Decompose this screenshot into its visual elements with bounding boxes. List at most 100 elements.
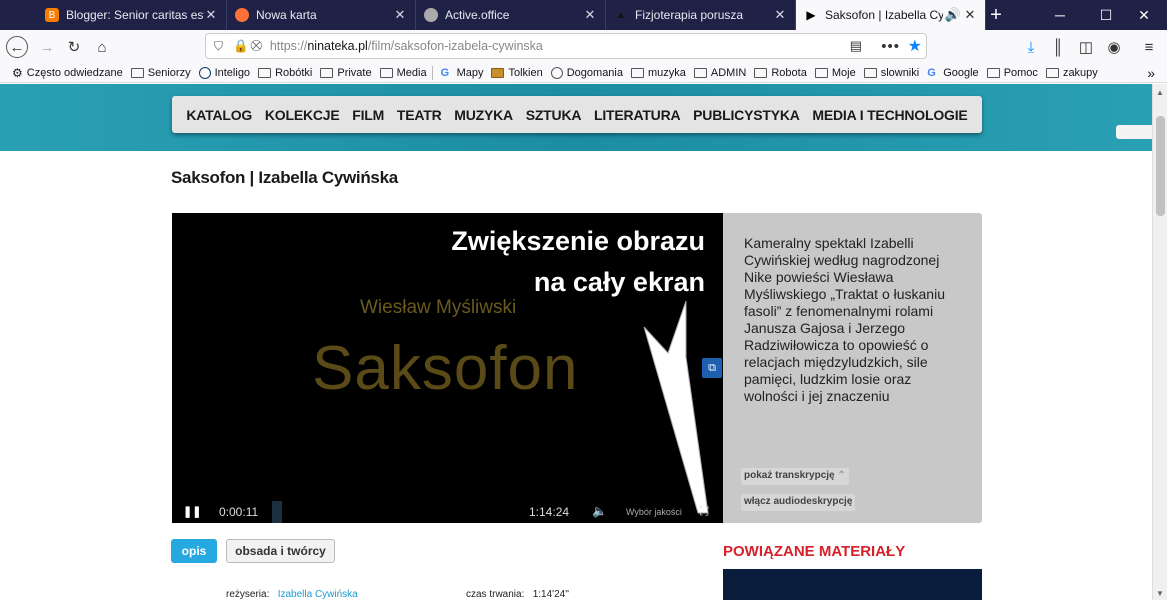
pip-icon[interactable]: ⧉ bbox=[702, 358, 722, 378]
bookmark-folder[interactable]: zakupy bbox=[1045, 66, 1098, 79]
bookmark-folder[interactable]: Pomoc bbox=[986, 67, 1038, 79]
menu-item-publicystyka[interactable]: PUBLICYSTYKA bbox=[693, 107, 800, 123]
new-tab-button[interactable]: + bbox=[976, 0, 1016, 30]
url-prefix: https:// bbox=[269, 39, 308, 53]
tab-label: Blogger: Senior caritas est - Ed bbox=[66, 8, 204, 22]
bookmark-tolkien[interactable]: Tolkien bbox=[491, 67, 543, 79]
bookmark-folder[interactable]: Media bbox=[379, 66, 427, 79]
menu-item-film[interactable]: FILM bbox=[352, 107, 384, 123]
scrollbar[interactable]: ▲ ▼ bbox=[1152, 84, 1167, 600]
bookmark-folder[interactable]: Moje bbox=[814, 67, 856, 79]
director-link[interactable]: Izabella Cywińska bbox=[278, 589, 358, 600]
scroll-up-icon[interactable]: ▲ bbox=[1156, 88, 1164, 97]
audiodescription-button[interactable]: włącz audiodeskrypcję bbox=[741, 494, 856, 511]
bookmark-label: Seniorzy bbox=[147, 66, 191, 79]
tab-active-office[interactable]: Active.office ✕ bbox=[416, 0, 606, 30]
description-text: Kameralny spektakl Izabelli Cywińskiej w… bbox=[744, 235, 945, 404]
minimize-button[interactable]: ─ bbox=[1037, 0, 1083, 30]
close-icon[interactable]: ✕ bbox=[204, 7, 218, 23]
progress-bar[interactable] bbox=[272, 501, 282, 523]
bookmark-folder[interactable]: Seniorzy bbox=[130, 66, 191, 79]
tab-nowa-karta[interactable]: Nowa karta ✕ bbox=[227, 0, 416, 30]
tab-opis[interactable]: opis bbox=[171, 539, 217, 563]
tab-obsada[interactable]: obsada i twórcy bbox=[226, 539, 335, 563]
menu-item-media[interactable]: MEDIA I TECHNOLOGIE bbox=[812, 107, 967, 123]
scroll-down-icon[interactable]: ▼ bbox=[1156, 589, 1164, 598]
folder-icon bbox=[863, 67, 877, 78]
transcript-button[interactable]: pokaż transkrypcję ⌃ bbox=[741, 468, 849, 485]
menu-item-literatura[interactable]: LITERATURA bbox=[594, 107, 681, 123]
folder-icon bbox=[986, 67, 1000, 78]
fullscreen-icon[interactable]: ⛶ bbox=[700, 504, 708, 519]
speaker-icon[interactable]: 🔊 bbox=[943, 7, 963, 23]
bookmark-star-icon[interactable]: ★ bbox=[908, 36, 922, 56]
duration: 1:14:24 bbox=[529, 505, 570, 519]
tab-saksofon[interactable]: ▶ Saksofon | Izabella Cywińsk 🔊 ✕ bbox=[796, 0, 986, 30]
bookmark-label: Media bbox=[396, 66, 427, 79]
close-icon[interactable]: ✕ bbox=[773, 7, 787, 23]
more-icon[interactable]: ••• bbox=[881, 38, 900, 55]
forward-button[interactable]: → bbox=[36, 36, 58, 58]
transcript-label: pokaż transkrypcję bbox=[744, 470, 835, 481]
close-window-button[interactable]: ✕ bbox=[1121, 0, 1167, 30]
bookmark-label: ADMIN bbox=[710, 66, 747, 79]
annotation-line: Zwiększenie obrazu bbox=[451, 226, 705, 256]
back-button[interactable]: ← bbox=[6, 36, 28, 58]
bookmark-czesto-odwiedzane[interactable]: ⚙ Często odwiedzane bbox=[12, 66, 123, 80]
video-player[interactable]: Wiesław Myśliwski Saksofon Zwiększenie o… bbox=[172, 213, 723, 523]
close-icon[interactable]: ✕ bbox=[963, 7, 977, 23]
tab-label: Nowa karta bbox=[256, 8, 317, 22]
menu-item-sztuka[interactable]: SZTUKA bbox=[526, 107, 582, 123]
bookmark-folder[interactable]: Robótki bbox=[258, 67, 312, 79]
url-bar[interactable]: ⛉ 🔒 ⛒ https://ninateka.pl/film/saksofon-… bbox=[205, 33, 927, 59]
scrollbar-thumb[interactable] bbox=[1156, 116, 1165, 216]
bookmark-folder[interactable]: ADMIN bbox=[693, 66, 747, 79]
related-heading: POWIĄZANE MATERIAŁY bbox=[723, 543, 906, 560]
bookmark-folder[interactable]: slowniki bbox=[863, 67, 919, 79]
tab-fizjoterapia[interactable]: ▲ Fizjoterapia porusza ✕ bbox=[606, 0, 796, 30]
related-thumbnail[interactable] bbox=[723, 569, 982, 600]
reader-view-icon[interactable]: ▤ bbox=[850, 38, 862, 54]
download-icon[interactable]: ⤓ bbox=[1020, 36, 1042, 58]
bookmark-dogomania[interactable]: Dogomania bbox=[550, 66, 623, 79]
bookmark-folder[interactable]: Robota bbox=[754, 67, 807, 79]
bookmark-folder[interactable]: muzyka bbox=[631, 67, 686, 79]
page-content: KATALOG KOLEKCJE FILM TEATR MUZYKA SZTUK… bbox=[0, 84, 1152, 600]
bookmark-google[interactable]: G Google bbox=[927, 67, 978, 79]
quality-button[interactable]: Wybór jakości bbox=[626, 507, 682, 517]
tab-label: Fizjoterapia porusza bbox=[635, 8, 744, 22]
library-icon[interactable]: ║ bbox=[1047, 36, 1069, 58]
folder-icon bbox=[379, 67, 393, 78]
close-icon[interactable]: ✕ bbox=[393, 7, 407, 23]
home-button[interactable]: ⌂ bbox=[91, 36, 113, 58]
account-icon[interactable]: ◉ bbox=[1103, 36, 1125, 58]
close-icon[interactable]: ✕ bbox=[583, 7, 597, 23]
bookmark-label: muzyka bbox=[648, 66, 686, 79]
pause-icon[interactable]: ❚❚ bbox=[183, 505, 201, 518]
bookmark-folder[interactable]: Private bbox=[320, 66, 372, 79]
bookmark-label: Dogomania bbox=[566, 66, 623, 79]
bookmark-inteligo[interactable]: Inteligo bbox=[198, 66, 250, 79]
film-title-text: Saksofon bbox=[312, 334, 579, 403]
search-input[interactable] bbox=[1116, 125, 1152, 139]
tab-blogger[interactable]: B Blogger: Senior caritas est - Ed ✕ bbox=[37, 0, 227, 30]
permissions-icon: ⛒ bbox=[250, 39, 262, 52]
bookmark-label: Private bbox=[337, 66, 372, 79]
volume-icon[interactable]: 🔈 bbox=[592, 504, 607, 518]
bookmark-mapy[interactable]: G Mapy bbox=[441, 67, 484, 79]
reload-button[interactable]: ↻ bbox=[63, 36, 85, 58]
chevron-right-icon[interactable]: » bbox=[1147, 65, 1155, 81]
bookmark-label: zakupy bbox=[1062, 66, 1098, 79]
tab-label: Active.office bbox=[445, 8, 510, 22]
sidebar-icon[interactable]: ◫ bbox=[1075, 36, 1097, 58]
fizjo-icon: ▲ bbox=[616, 9, 626, 21]
menu-item-muzyka[interactable]: MUZYKA bbox=[454, 107, 513, 123]
chevron-up-icon: ⌃ bbox=[837, 470, 846, 481]
firefox-icon bbox=[235, 8, 249, 22]
menu-item-kolekcje[interactable]: KOLEKCJE bbox=[265, 107, 340, 123]
meta-label: czas trwania: bbox=[466, 589, 525, 600]
menu-item-teatr[interactable]: TEATR bbox=[397, 107, 442, 123]
menu-item-katalog[interactable]: KATALOG bbox=[186, 107, 252, 123]
menu-icon[interactable]: ≡ bbox=[1138, 36, 1160, 58]
folder-icon bbox=[1045, 67, 1059, 78]
